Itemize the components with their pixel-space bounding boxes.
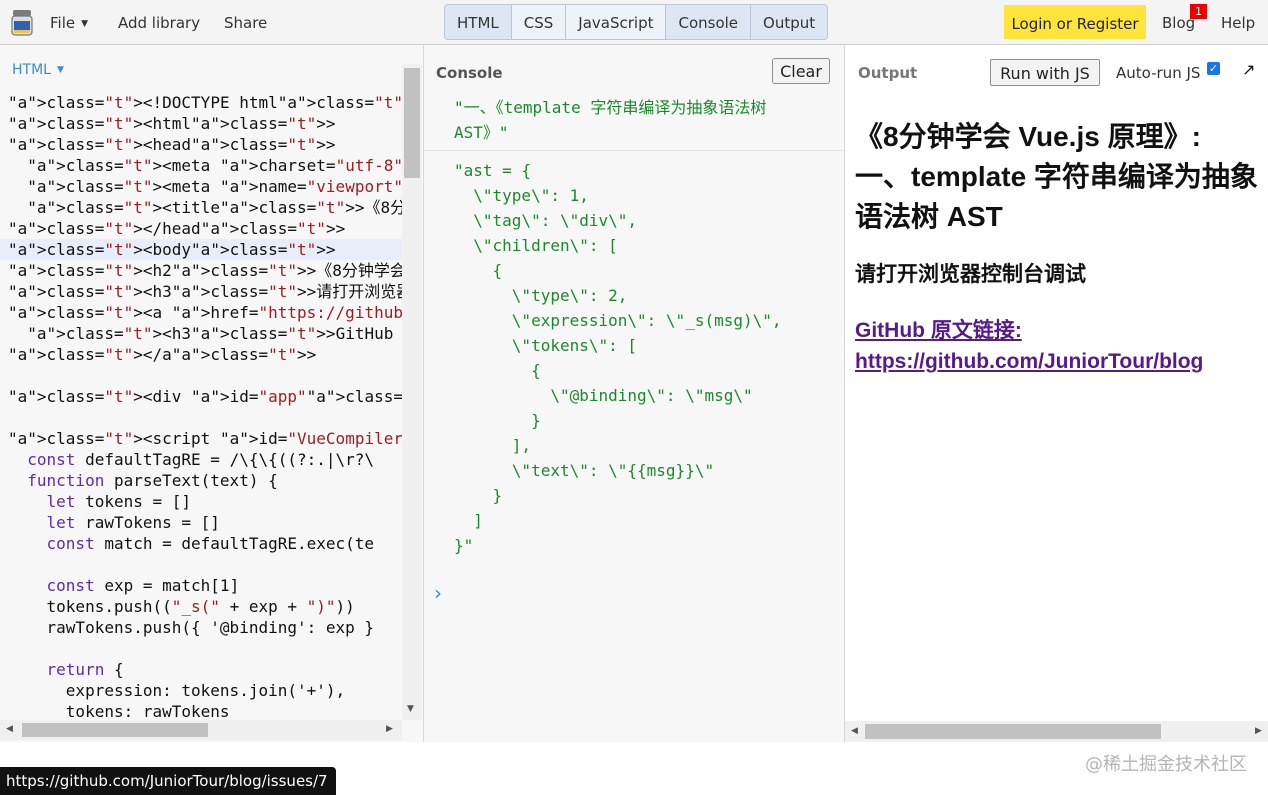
console-line: \"type\": 1,	[454, 186, 589, 205]
html-horizontal-scrollbar[interactable]: ◀ ▶	[0, 720, 402, 740]
code-line: "a">class="t"><h3"a">class="t">>GitHub 原…	[27, 324, 394, 343]
tab-javascript[interactable]: JavaScript	[566, 5, 667, 39]
github-link-label: GitHub 原文链接:	[855, 319, 1022, 342]
html-panel-title: HTML	[12, 62, 51, 78]
auto-run-js-checkbox[interactable]: ✓	[1207, 62, 1220, 75]
code-line: "a">class="t"><meta "a">name="viewport" …	[27, 177, 402, 196]
help-menu[interactable]: Help	[1221, 0, 1255, 45]
output-panel-title: Output	[858, 64, 918, 82]
tab-html[interactable]: HTML	[445, 5, 512, 39]
share-menu[interactable]: Share	[224, 0, 267, 45]
code-line: return {	[46, 660, 124, 679]
scroll-left-arrow-icon[interactable]: ◀	[6, 724, 13, 734]
login-register-button[interactable]: Login or Register	[1004, 5, 1146, 39]
code-line: "a">class="t"><div "a">id="app""a">class…	[8, 387, 402, 406]
console-line: }"	[454, 536, 474, 555]
github-link[interactable]: GitHub 原文链接: https://github.com/JuniorTo…	[855, 315, 1267, 377]
html-panel-dropdown[interactable]: HTML ▼	[12, 62, 64, 78]
output-panel: Output Run with JS Auto-run JS ✓ ↗ 《8分钟学…	[845, 45, 1268, 742]
code-line: "a">class="t"><a "a">href="https://githu…	[8, 303, 402, 322]
output-subheading: 请打开浏览器控制台调试	[855, 263, 1086, 286]
code-line: const defaultTagRE = /\{\{((?:.|\r?\	[27, 450, 375, 469]
code-line: tokens.push(("_s(" + exp + ")"))	[8, 597, 355, 616]
tab-output[interactable]: Output	[751, 5, 828, 39]
auto-run-js-label: Auto-run JS	[1116, 64, 1201, 82]
console-line: {	[454, 261, 503, 280]
code-line: function parseText(text) {	[27, 471, 278, 490]
console-line: ],	[454, 436, 532, 455]
console-message-ast: "ast = { \"type\": 1, \"tag\": \"div\", …	[424, 158, 844, 558]
file-menu[interactable]: File ▼	[50, 0, 88, 45]
output-horizontal-scrollbar[interactable]: ◀ ▶	[845, 721, 1268, 742]
console-line: {	[454, 361, 541, 380]
console-line: \"expression\": \"_s(msg)\",	[454, 311, 782, 330]
scroll-down-arrow-icon[interactable]: ▼	[407, 704, 414, 714]
console-line: \"tokens\": [	[454, 336, 638, 355]
console-line: ]	[454, 511, 483, 530]
html-vertical-scrollbar[interactable]: ▼	[402, 64, 422, 720]
tab-console[interactable]: Console	[666, 5, 752, 39]
code-line: "a">class="t"></head"a">class="t">>	[8, 219, 346, 238]
console-line: \"@binding\": \"msg\"	[454, 386, 753, 405]
code-line: "a">class="t"><html"a">class="t">>	[8, 114, 336, 133]
code-line: "a">class="t"><h2"a">class="t">>《8分钟学会 V…	[8, 261, 402, 280]
console-line: "ast = {	[454, 161, 532, 180]
code-line: let tokens = []	[46, 492, 192, 511]
code-line: const match = defaultTagRE.exec(te	[46, 534, 375, 553]
blog-notification-badge: 1	[1190, 4, 1207, 19]
github-link-url: https://github.com/JuniorTour/blog	[855, 350, 1204, 373]
code-line: expression: tokens.join('+'),	[8, 681, 346, 700]
console-line: }	[454, 411, 541, 430]
console-message: "一、《template 字符串编译为抽象语法树 AST》"	[424, 95, 844, 151]
run-with-js-button[interactable]: Run with JS	[990, 59, 1100, 86]
add-library-menu[interactable]: Add library	[118, 0, 200, 45]
top-bar: File ▼ Add library Share HTML CSS JavaScr…	[0, 0, 1268, 45]
code-line: "a">class="t"><!DOCTYPE html"a">class="t…	[8, 93, 402, 112]
console-prompt-icon[interactable]: ›	[434, 581, 442, 605]
file-menu-label: File	[50, 14, 76, 32]
console-line: \"children\": [	[454, 236, 618, 255]
console-panel: Console Clear "一、《template 字符串编译为抽象语法树 A…	[424, 45, 845, 742]
status-bar-url: https://github.com/JuniorTour/blog/issue…	[0, 767, 336, 795]
scroll-right-arrow-icon[interactable]: ▶	[386, 724, 393, 734]
html-panel: HTML ▼ "a">class="t"><!DOCTYPE html"a">cl…	[0, 45, 424, 742]
code-line: "a">class="t"><head"a">class="t">>	[8, 135, 336, 154]
output-heading: 《8分钟学会 Vue.js 原理》: 一、template 字符串编译为抽象语法…	[855, 121, 1258, 232]
clear-console-button[interactable]: Clear	[772, 58, 830, 84]
console-line: \"tag\": \"div\",	[454, 211, 638, 230]
code-line: tokens: rawTokens	[8, 702, 230, 720]
code-line: "a">class="t"></a"a">class="t">>	[8, 345, 317, 364]
code-line: "a">class="t"><h3"a">class="t">>请打开浏览器控制…	[8, 282, 402, 301]
code-line: "a">class="t"><body"a">class="t">>	[0, 239, 402, 260]
code-line: rawTokens.push({ '@binding': exp }	[8, 618, 375, 637]
panel-tabs: HTML CSS JavaScript Console Output	[444, 4, 829, 40]
code-line: "a">class="t"><script "a">id="VueCompile…	[8, 429, 402, 448]
scrollbar-thumb[interactable]	[404, 68, 420, 178]
watermark: @稀土掘金技术社区	[1085, 754, 1247, 775]
console-panel-title: Console	[436, 64, 503, 82]
scroll-right-arrow-icon[interactable]: ▶	[1255, 726, 1262, 736]
expand-arrow-icon[interactable]: ↗	[1242, 60, 1255, 79]
caret-down-icon: ▼	[56, 65, 64, 75]
caret-down-icon: ▼	[81, 19, 89, 29]
code-line: "a">class="t"><meta "a">charset="utf-8""…	[27, 156, 402, 175]
tab-css[interactable]: CSS	[512, 5, 567, 39]
console-line: }	[454, 486, 503, 505]
html-code-editor[interactable]: "a">class="t"><!DOCTYPE html"a">class="t…	[0, 92, 402, 720]
code-line: "a">class="t"><title"a">class="t">>《8分钟学…	[27, 198, 402, 217]
console-line: \"type\": 2,	[454, 286, 628, 305]
jsbin-logo-icon[interactable]	[10, 9, 34, 37]
scrollbar-thumb[interactable]	[865, 724, 1161, 739]
console-line: \"text\": \"{{msg}}\"	[454, 461, 715, 480]
code-line: let rawTokens = []	[46, 513, 220, 532]
scrollbar-thumb[interactable]	[22, 723, 208, 737]
code-line: const exp = match[1]	[46, 576, 240, 595]
scroll-left-arrow-icon[interactable]: ◀	[851, 726, 858, 736]
